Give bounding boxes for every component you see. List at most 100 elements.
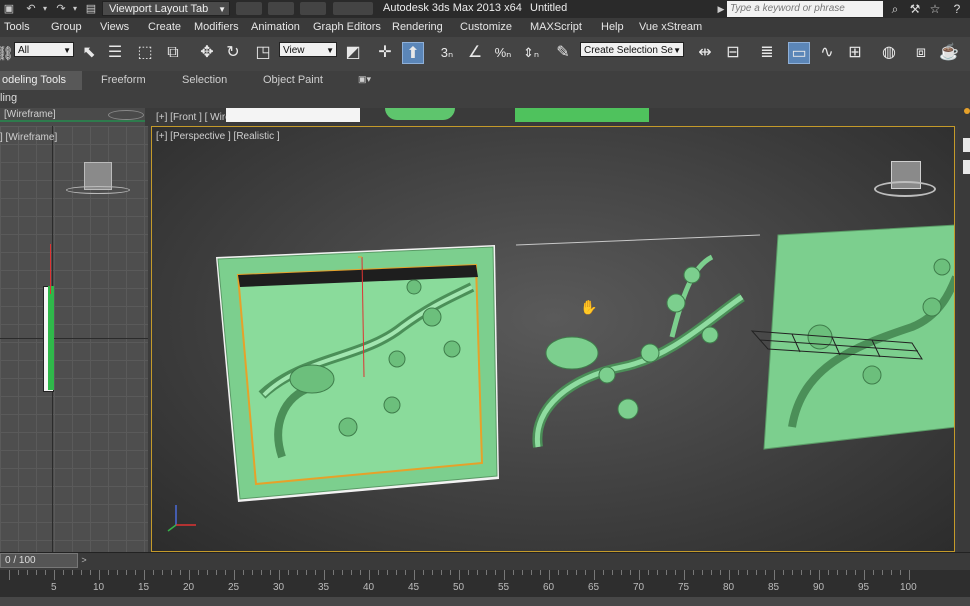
rotate-icon[interactable]: ↻ xyxy=(222,42,244,64)
quick-tab[interactable] xyxy=(333,2,373,15)
rectangular-selection-icon[interactable]: ⬚ xyxy=(134,42,156,64)
time-slider[interactable]: 0 / 100 xyxy=(0,553,78,568)
align-icon[interactable]: ⊟ xyxy=(722,42,744,64)
main-toolbar: ⛓ All ▼ ⬉ ☰ ⬚ ⧉ ✥ ↻ ◳ View ▼ ◩ ✛ ⬆ 3ₙ ∠ … xyxy=(0,37,970,72)
favorites-icon[interactable]: ☆ xyxy=(926,1,944,17)
trackbar-tick xyxy=(99,570,100,580)
tab-freeform[interactable]: Freeform xyxy=(101,74,146,86)
trackbar-tick xyxy=(792,570,793,575)
curve-editor-icon[interactable]: ∿ xyxy=(816,42,838,64)
relief-panel-framed[interactable] xyxy=(216,245,499,502)
menu-help[interactable]: Help xyxy=(601,21,624,33)
trackbar-tick xyxy=(144,570,145,580)
trackbar-label: 85 xyxy=(768,582,780,593)
reference-coordinate-dropdown[interactable]: View ▼ xyxy=(279,42,337,57)
trackbar-label: 30 xyxy=(273,582,285,593)
menu-bar: Tools Group Views Create Modifiers Anima… xyxy=(0,18,970,37)
ribbon-options-icon[interactable]: ▣▾ xyxy=(358,74,371,85)
select-by-name-icon[interactable]: ☰ xyxy=(104,42,126,64)
trackbar-tick xyxy=(351,570,352,575)
menu-tools[interactable]: Tools xyxy=(4,21,30,33)
chevron-down-icon: ▼ xyxy=(63,46,71,55)
command-panel-edge[interactable] xyxy=(958,108,970,552)
trackbar-tick xyxy=(495,570,496,575)
graphite-ribbon-icon[interactable]: ▭ xyxy=(788,42,810,64)
left-viewport-label[interactable]: ] [Wireframe] xyxy=(0,132,57,143)
trackbar-label: 20 xyxy=(183,582,195,593)
tab-object-paint[interactable]: Object Paint xyxy=(263,74,323,86)
trackbar-tick xyxy=(63,570,64,575)
next-frame-icon[interactable]: > xyxy=(78,553,90,568)
help-search-input[interactable]: Type a keyword or phrase xyxy=(727,1,883,17)
menu-modifiers[interactable]: Modifiers xyxy=(194,21,239,33)
render-setup-icon[interactable]: ⧈ xyxy=(910,42,932,64)
trackbar-tick xyxy=(432,570,433,575)
schematic-view-icon[interactable]: ⊞ xyxy=(844,42,866,64)
tools-icon[interactable]: ⚒ xyxy=(906,1,924,17)
named-selection-set-dropdown[interactable]: Create Selection Se ▼ xyxy=(580,42,684,57)
percent-snap-icon[interactable]: %ₙ xyxy=(492,42,514,64)
trackbar[interactable]: 5 10 15 20 25 30 35 40 45 50 55 60 65 70 75 80 85 90 95 100 xyxy=(0,570,970,598)
quick-tab[interactable] xyxy=(300,2,326,15)
scale-icon[interactable]: ◳ xyxy=(252,42,274,64)
trackbar-tick xyxy=(864,570,865,580)
select-object-icon[interactable]: ⬉ xyxy=(78,42,100,64)
trackbar-label: 65 xyxy=(588,582,600,593)
selection-filter-dropdown[interactable]: All ▼ xyxy=(14,42,74,57)
search-icon[interactable]: ⌕ xyxy=(886,1,904,17)
menu-views[interactable]: Views xyxy=(100,21,129,33)
menu-vue-xstream[interactable]: Vue xStream xyxy=(639,21,702,33)
angle-snap-icon[interactable]: ∠ xyxy=(464,42,486,64)
trackbar-tick xyxy=(567,570,568,575)
tab-modeling-tools[interactable]: odeling Tools xyxy=(0,71,82,90)
keyboard-shortcut-override-icon[interactable]: ⬆ xyxy=(402,42,424,64)
trackbar-tick xyxy=(405,570,406,575)
project-folder-icon[interactable]: ▤ xyxy=(84,2,98,16)
layer-manager-icon[interactable]: ≣ xyxy=(756,42,778,64)
menu-animation[interactable]: Animation xyxy=(251,21,300,33)
app-menu-icon[interactable]: ▣ xyxy=(2,2,16,16)
redo-icon[interactable]: ↷ xyxy=(54,2,68,16)
menu-rendering[interactable]: Rendering xyxy=(392,21,443,33)
gizmo-axis xyxy=(50,244,51,294)
undo-dropdown-icon[interactable]: ▾ xyxy=(38,2,52,16)
pivot-center-icon[interactable]: ◩ xyxy=(342,42,364,64)
trackbar-tick xyxy=(27,570,28,575)
trackbar-tick xyxy=(117,570,118,575)
mirror-icon[interactable]: ⇹ xyxy=(694,42,716,64)
render-frame-icon[interactable]: ☕ xyxy=(938,42,960,64)
perspective-viewport[interactable]: [+] [Perspective ] [Realistic ] ✋ xyxy=(151,126,955,552)
arrow-right-icon[interactable]: ▶ xyxy=(714,2,728,16)
tab-selection[interactable]: Selection xyxy=(182,74,227,86)
menu-maxscript[interactable]: MAXScript xyxy=(530,21,582,33)
edit-named-selection-icon[interactable]: ✎ xyxy=(552,42,574,64)
help-icon[interactable]: ? xyxy=(948,1,966,17)
top-viewport-strip[interactable]: [Wireframe] [+] [Front ] [ Wireframe ] xyxy=(0,108,960,126)
window-crossing-icon[interactable]: ⧉ xyxy=(162,42,184,64)
trackbar-tick xyxy=(54,570,55,580)
material-editor-icon[interactable]: ◍ xyxy=(878,42,900,64)
left-top-viewport-label[interactable]: [Wireframe] xyxy=(4,109,56,120)
redo-dropdown-icon[interactable]: ▾ xyxy=(68,2,82,16)
menu-group[interactable]: Group xyxy=(51,21,82,33)
workspace-dropdown[interactable]: Viewport Layout Tab ▼ xyxy=(102,1,230,16)
trackbar-tick xyxy=(315,570,316,575)
quick-tab[interactable] xyxy=(268,2,294,15)
relief-panel-right[interactable] xyxy=(750,224,955,450)
snaps-toggle-icon[interactable]: 3ₙ xyxy=(436,42,458,64)
menu-customize[interactable]: Customize xyxy=(460,21,512,33)
spinner-snap-icon[interactable]: ⇕ₙ xyxy=(520,42,542,64)
time-slider-bar[interactable] xyxy=(0,552,970,571)
undo-icon[interactable]: ↶ xyxy=(24,2,38,16)
floral-model[interactable] xyxy=(515,234,761,448)
trackbar-tick xyxy=(756,570,757,575)
menu-create[interactable]: Create xyxy=(148,21,181,33)
left-viewport[interactable]: ] [Wireframe] xyxy=(0,126,148,552)
menu-graph-editors[interactable]: Graph Editors xyxy=(313,21,381,33)
trackbar-label: 5 xyxy=(51,582,57,593)
select-manipulate-icon[interactable]: ✛ xyxy=(374,42,396,64)
quick-tab[interactable] xyxy=(236,2,262,15)
trackbar-tick xyxy=(612,570,613,575)
move-icon[interactable]: ✥ xyxy=(196,42,218,64)
ribbon-subtab-polygon-modeling[interactable]: ling xyxy=(0,92,17,104)
